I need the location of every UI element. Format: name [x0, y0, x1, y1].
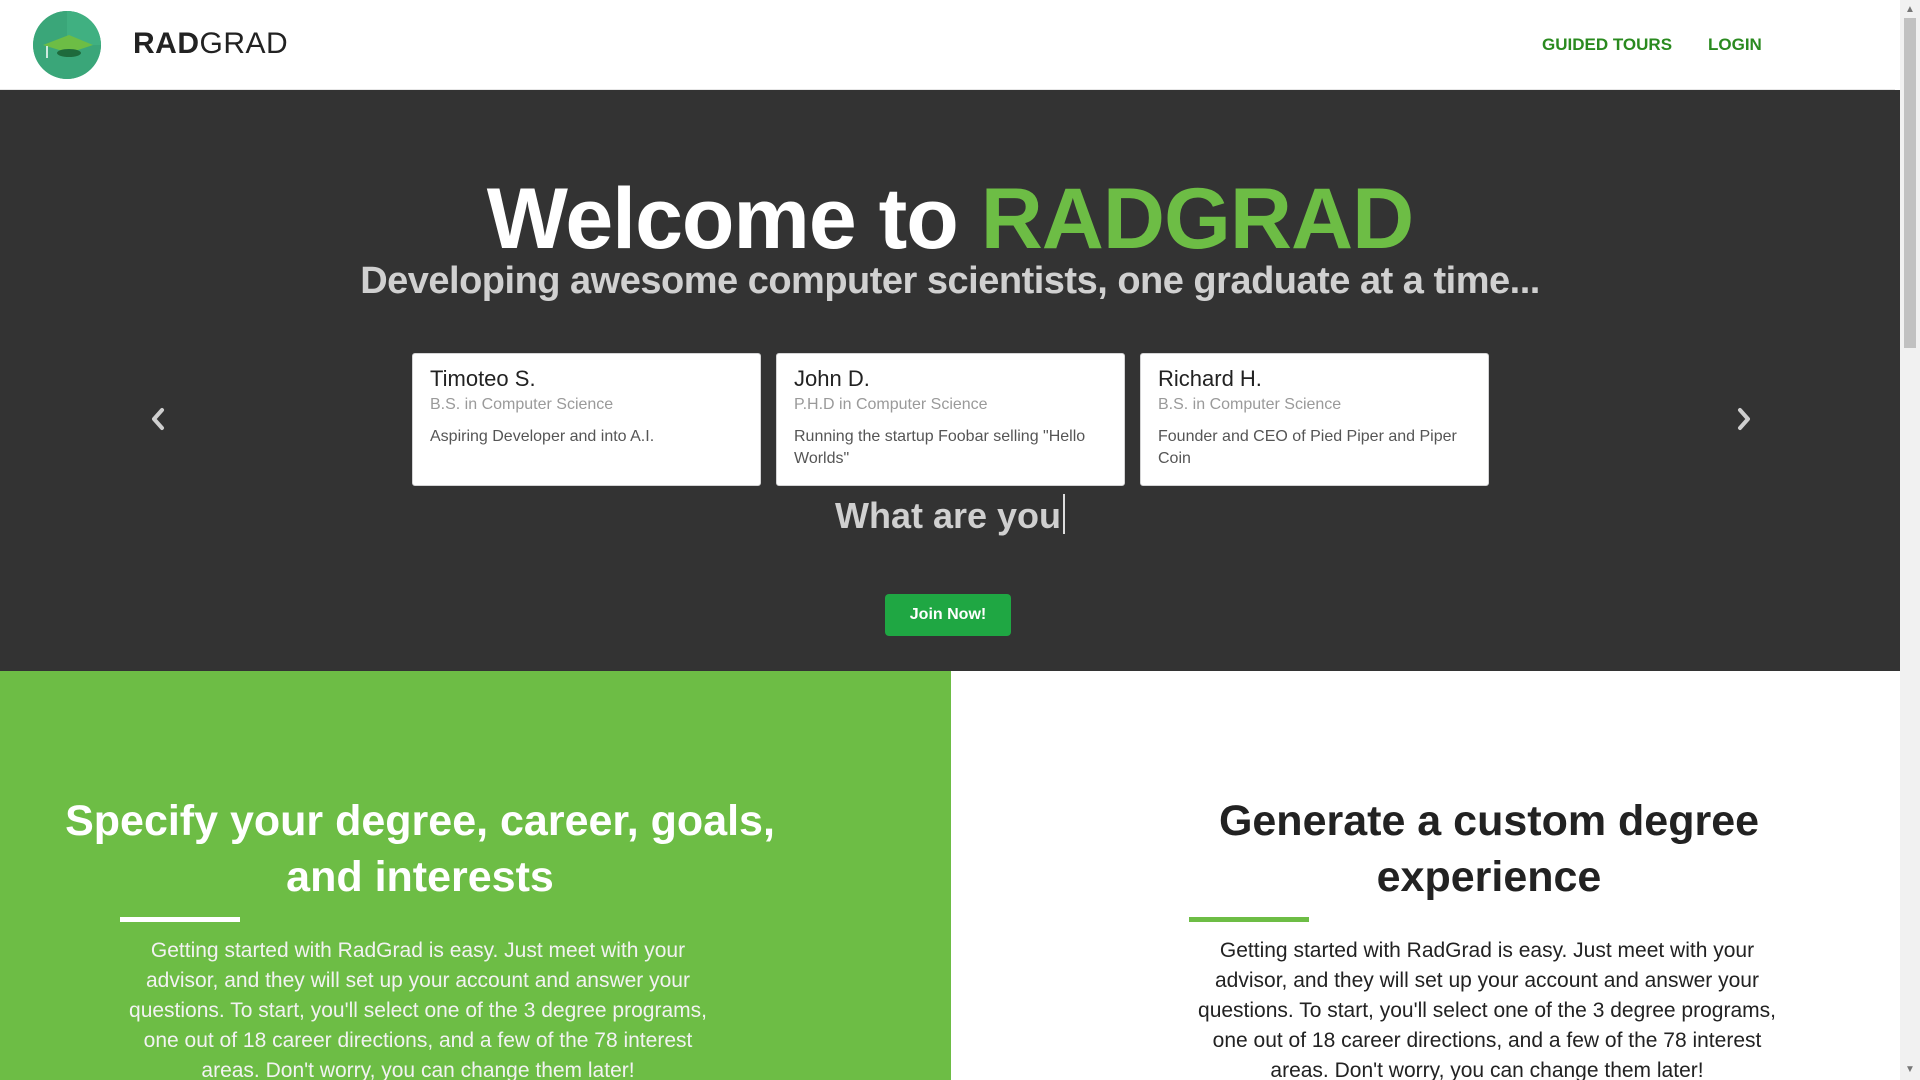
- testimonial-degree: B.S. in Computer Science: [430, 396, 614, 413]
- testimonial-card: John D. P.H.D in Computer Science Runnin…: [776, 353, 1125, 486]
- brand-light: GRAD: [199, 27, 289, 60]
- carousel-prev-chevron-left-icon[interactable]: [143, 404, 173, 434]
- carousel-next-chevron-right-icon[interactable]: [1729, 404, 1759, 434]
- feature-title: Specify your degree, career, goals, and …: [65, 797, 775, 901]
- feature-generate-section: Generate a custom degree experience Gett…: [951, 671, 1895, 1080]
- radgrad-logo-icon[interactable]: [33, 11, 101, 79]
- testimonial-card: Richard H. B.S. in Computer Science Foun…: [1140, 353, 1489, 486]
- top-navigation-bar: RADGRAD GUIDED TOURS LOGIN: [0, 0, 1895, 90]
- testimonial-name: John D.: [794, 366, 870, 391]
- feature-specify-section: Specify your degree, career, goals, and …: [0, 671, 951, 1080]
- testimonial-carousel: Timoteo S. B.S. in Computer Science Aspi…: [412, 353, 1490, 486]
- hero-subtitle: Developing awesome computer scientists, …: [360, 260, 1540, 302]
- scroll-up-arrow-icon[interactable]: ▲: [1905, 4, 1915, 15]
- brand-name[interactable]: RADGRAD: [133, 27, 288, 61]
- hero-section: Welcome to RADGRAD Developing awesome co…: [0, 90, 1900, 671]
- testimonial-text: Founder and CEO of Pied Piper and Piper …: [1158, 428, 1457, 467]
- nav-login-link[interactable]: LOGIN: [1708, 35, 1762, 55]
- feature-divider: [120, 917, 240, 922]
- page-scrollbar[interactable]: ▲ ▼: [1900, 0, 1920, 1080]
- join-now-button[interactable]: Join Now!: [885, 594, 1011, 636]
- hero-title-prefix: Welcome to: [486, 171, 981, 267]
- hero-title-accent: RADGRAD: [980, 171, 1415, 267]
- hero-title: Welcome to RADGRAD: [0, 170, 1900, 269]
- testimonial-name: Timoteo S.: [430, 366, 536, 391]
- feature-divider: [1189, 917, 1309, 922]
- feature-text: Getting started with RadGrad is easy. Ju…: [129, 939, 707, 1080]
- feature-text: Getting started with RadGrad is easy. Ju…: [1198, 939, 1776, 1080]
- typing-text: What are you: [0, 494, 1900, 537]
- nav-guided-tours-link[interactable]: GUIDED TOURS: [1542, 35, 1672, 55]
- scroll-down-arrow-icon[interactable]: ▼: [1905, 1064, 1915, 1075]
- brand-bold: RAD: [133, 27, 200, 60]
- scrollbar-thumb[interactable]: [1904, 18, 1916, 348]
- text-cursor: [1063, 494, 1066, 534]
- testimonial-degree: B.S. in Computer Science: [1158, 396, 1342, 413]
- testimonial-text: Running the startup Foobar selling "Hell…: [794, 428, 1086, 467]
- typing-text-value: What are you: [834, 495, 1062, 536]
- feature-title: Generate a custom degree experience: [1218, 797, 1760, 901]
- testimonial-degree: P.H.D in Computer Science: [794, 396, 988, 413]
- testimonial-card: Timoteo S. B.S. in Computer Science Aspi…: [412, 353, 761, 486]
- testimonial-text: Aspiring Developer and into A.I.: [430, 428, 655, 445]
- testimonial-name: Richard H.: [1158, 366, 1262, 391]
